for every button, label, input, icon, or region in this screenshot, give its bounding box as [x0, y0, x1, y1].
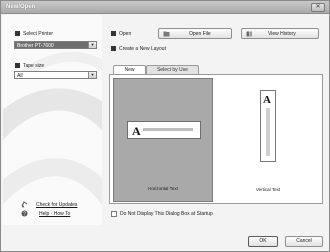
open-file-label: Open File — [189, 31, 211, 37]
tape-size-value: All — [17, 73, 23, 79]
tape-icon — [15, 63, 20, 68]
tape-size-label: Tape size — [23, 63, 45, 69]
open-file-button[interactable]: Open File — [158, 28, 232, 39]
help-icon: ? — [21, 210, 28, 217]
vertical-text-preview-icon: A — [260, 90, 276, 162]
open-folder-icon — [111, 31, 116, 36]
chevron-down-icon: ▼ — [88, 72, 96, 78]
ok-button[interactable]: OK — [248, 236, 278, 247]
view-history-icon — [246, 31, 252, 37]
printer-icon — [15, 31, 20, 36]
tab-select-by-use[interactable]: Select by Use — [146, 65, 199, 74]
chevron-down-icon: ▼ — [88, 42, 96, 48]
view-history-label: View History — [268, 31, 296, 37]
horizontal-text-preview-icon: A — [127, 121, 201, 139]
cancel-button-label: Cancel — [296, 238, 312, 244]
vertical-text-glyph: A — [263, 94, 271, 106]
updates-icon — [21, 201, 28, 208]
close-button[interactable]: ✕ — [311, 3, 325, 12]
tab-new-label: New — [124, 67, 135, 73]
dont-display-label: Do Not Display This Dialog Box at Startu… — [120, 211, 213, 217]
new-open-dialog: New/Open ✕ Select Printer Brother PT-760… — [0, 0, 330, 252]
dont-display-checkbox[interactable] — [111, 211, 117, 217]
layout-tab-panel: A Horizontal Text A Vertical Text — [109, 74, 323, 204]
tab-new[interactable]: New — [113, 65, 146, 74]
cancel-button[interactable]: Cancel — [285, 236, 323, 247]
printer-select[interactable]: Brother PT-7600 ▼ — [14, 41, 97, 49]
horizontal-text-option[interactable]: A Horizontal Text — [113, 78, 213, 202]
new-layout-icon — [111, 46, 116, 51]
create-layout-label: Create a New Layout — [119, 46, 166, 52]
ok-button-label: OK — [259, 238, 267, 244]
open-label: Open — [119, 31, 132, 37]
vertical-text-caption: Vertical Text — [255, 187, 281, 192]
open-file-icon — [163, 31, 170, 37]
dialog-title: New/Open — [6, 4, 36, 10]
horizontal-text-glyph: A — [132, 124, 141, 138]
check-updates-link[interactable]: Check for Updates — [36, 202, 77, 208]
help-how-to-link[interactable]: Help - How To — [39, 211, 70, 217]
printer-select-value: Brother PT-7600 — [17, 43, 54, 49]
tape-size-select[interactable]: All ▼ — [14, 71, 97, 79]
tab-select-by-use-label: Select by Use — [157, 67, 188, 73]
vertical-text-option[interactable]: A Vertical Text — [216, 78, 320, 202]
title-bar: New/Open ✕ — [1, 1, 329, 14]
select-printer-label: Select Printer — [23, 31, 54, 37]
horizontal-text-caption: Horizontal Text — [148, 186, 178, 191]
view-history-button[interactable]: View History — [241, 28, 319, 39]
svg-text:?: ? — [23, 212, 26, 218]
